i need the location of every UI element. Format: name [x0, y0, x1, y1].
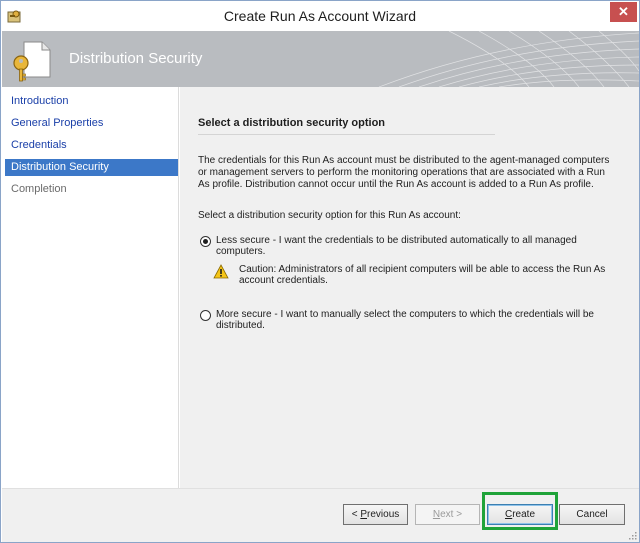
- nav-item-credentials[interactable]: Credentials: [5, 137, 178, 154]
- next-label: ext >: [440, 509, 463, 520]
- window-title: Create Run As Account Wizard: [223, 8, 417, 24]
- key-document-icon: [13, 41, 51, 82]
- previous-button[interactable]: < Previous: [343, 504, 408, 525]
- description-text: The credentials for this Run As account …: [198, 155, 610, 190]
- header-banner: Distribution Security: [2, 31, 639, 87]
- close-button[interactable]: ✕: [610, 2, 637, 22]
- more-secure-radio[interactable]: [200, 310, 211, 321]
- button-bar: < Previous Next > Create Cancel: [2, 488, 639, 542]
- create-label: reate: [512, 509, 536, 520]
- title-bar[interactable]: Create Run As Account Wizard ✕: [1, 1, 639, 31]
- nav-item-distribution-security[interactable]: Distribution Security: [5, 159, 178, 176]
- warning-icon: [213, 264, 229, 279]
- wizard-window: Create Run As Account Wizard ✕ Distribut…: [0, 0, 640, 543]
- content-panel: Select a distribution security option Th…: [180, 87, 639, 488]
- option-less-secure[interactable]: Less secure - I want the credentials to …: [200, 235, 606, 257]
- resize-grip-icon[interactable]: [627, 530, 637, 540]
- previous-access-key: P: [360, 509, 368, 520]
- create-button[interactable]: Create: [487, 504, 553, 525]
- option-more-secure[interactable]: More secure - I want to manually select …: [200, 309, 606, 331]
- nav-item-introduction[interactable]: Introduction: [5, 93, 178, 110]
- section-heading: Select a distribution security option: [198, 117, 386, 129]
- nav-item-completion: Completion: [11, 183, 67, 195]
- more-secure-label[interactable]: More secure - I want to manually select …: [216, 309, 606, 331]
- caution-message: Caution: Administrators of all recipient…: [213, 264, 609, 286]
- less-secure-radio[interactable]: [200, 236, 211, 247]
- page-title: Distribution Security: [69, 50, 203, 67]
- previous-label: revious: [367, 509, 400, 520]
- wizard-step-nav: Introduction General Properties Credenti…: [2, 87, 179, 488]
- next-button: Next >: [415, 504, 480, 525]
- heading-divider: [198, 134, 495, 135]
- cancel-button[interactable]: Cancel: [559, 504, 625, 525]
- banner-mesh-decoration: [378, 31, 639, 87]
- caution-text: Caution: Administrators of all recipient…: [239, 264, 606, 286]
- less-secure-label[interactable]: Less secure - I want the credentials to …: [216, 235, 606, 257]
- nav-item-general-properties[interactable]: General Properties: [5, 115, 178, 132]
- option-prompt: Select a distribution security option fo…: [198, 210, 461, 221]
